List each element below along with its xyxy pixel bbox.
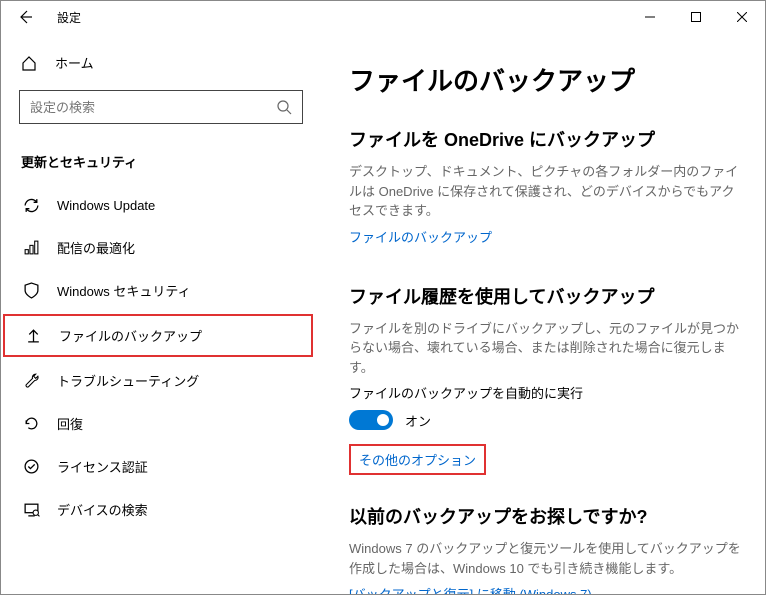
titlebar: 設定 (1, 1, 765, 33)
nav-label: 回復 (57, 414, 83, 433)
home-icon (21, 55, 41, 71)
home-label: ホーム (55, 53, 94, 72)
nav-recovery[interactable]: 回復 (1, 402, 321, 445)
nav-label: 配信の最適化 (57, 238, 135, 257)
win7-backup-link[interactable]: [バックアップと復元] に移動 (Windows 7) (349, 584, 592, 594)
toggle-state-label: オン (405, 411, 431, 430)
section3-desc: Windows 7 のバックアップと復元ツールを使用してバックアップを作成した場… (349, 539, 741, 578)
nav-troubleshoot[interactable]: トラブルシューティング (1, 359, 321, 402)
auto-backup-toggle-row: オン (349, 410, 741, 430)
home-nav[interactable]: ホーム (1, 45, 321, 80)
sidebar: ホーム 更新とセキュリティ Windows Update 配信の最適化 (1, 33, 321, 594)
window-controls (627, 1, 765, 33)
nav-label: Windows セキュリティ (57, 281, 191, 300)
recovery-icon (21, 415, 41, 432)
search-box[interactable] (19, 90, 303, 124)
window-title: 設定 (57, 9, 81, 26)
nav-delivery-optimization[interactable]: 配信の最適化 (1, 226, 321, 269)
section2-title: ファイル履歴を使用してバックアップ (349, 283, 741, 309)
shield-icon (21, 282, 41, 299)
nav-label: Windows Update (57, 198, 155, 213)
minimize-button[interactable] (627, 1, 673, 33)
section1-desc: デスクトップ、ドキュメント、ピクチャの各フォルダー内のファイルは OneDriv… (349, 162, 741, 221)
back-button[interactable] (13, 5, 37, 29)
nav-label: ライセンス認証 (57, 457, 148, 476)
wrench-icon (21, 372, 41, 389)
search-icon (276, 99, 292, 115)
onedrive-backup-link[interactable]: ファイルのバックアップ (349, 227, 492, 246)
section3-title: 以前のバックアップをお探しですか? (349, 503, 741, 529)
nav-label: トラブルシューティング (57, 371, 199, 390)
nav-windows-update[interactable]: Windows Update (1, 185, 321, 226)
sync-icon (21, 197, 41, 214)
page-title: ファイルのバックアップ (349, 61, 741, 98)
nav-label: デバイスの検索 (57, 500, 148, 519)
close-button[interactable] (719, 1, 765, 33)
auto-backup-label: ファイルのバックアップを自動的に実行 (349, 383, 741, 402)
nav-backup[interactable]: ファイルのバックアップ (3, 314, 313, 357)
backup-icon (23, 327, 43, 344)
toggle-knob (377, 414, 389, 426)
nav-windows-security[interactable]: Windows セキュリティ (1, 269, 321, 312)
more-options-link[interactable]: その他のオプション (349, 444, 486, 475)
key-icon (21, 458, 41, 475)
content-area: ファイルのバックアップ ファイルを OneDrive にバックアップ デスクトッ… (321, 33, 765, 594)
section-header: 更新とセキュリティ (1, 144, 321, 185)
section2-desc: ファイルを別のドライブにバックアップし、元のファイルが見つからない場合、壊れてい… (349, 319, 741, 378)
find-device-icon (21, 501, 41, 518)
section1-title: ファイルを OneDrive にバックアップ (349, 126, 741, 152)
nav-label: ファイルのバックアップ (59, 326, 202, 345)
nav-activation[interactable]: ライセンス認証 (1, 445, 321, 488)
auto-backup-toggle[interactable] (349, 410, 393, 430)
search-input[interactable] (30, 100, 276, 115)
optimization-icon (21, 239, 41, 256)
nav-find-device[interactable]: デバイスの検索 (1, 488, 321, 531)
maximize-button[interactable] (673, 1, 719, 33)
